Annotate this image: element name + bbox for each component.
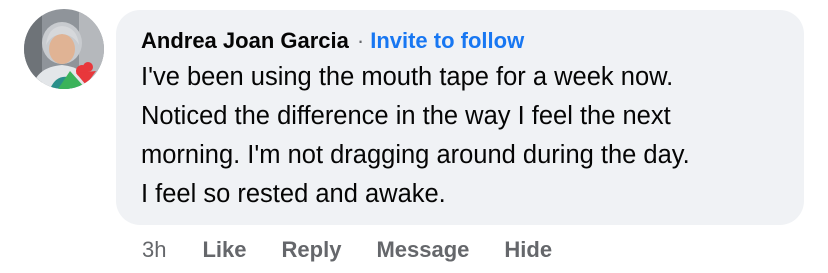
comment-text: I've been using the mouth tape for a wee… <box>141 58 791 214</box>
separator-dot: · <box>356 28 365 53</box>
message-button[interactable]: Message <box>376 235 469 265</box>
comment-header: Andrea Joan Garcia · Invite to follow <box>141 27 524 55</box>
like-button[interactable]: Like <box>202 235 246 265</box>
comment: Andrea Joan Garcia · Invite to follow I've… <box>0 0 828 273</box>
comment-text-line: morning. I'm not dragging around during … <box>141 141 690 169</box>
comment-bubble: Andrea Joan Garcia · Invite to follow I've… <box>116 10 804 225</box>
comment-actions: 3h Like Reply Message Hide <box>142 235 552 265</box>
reply-button[interactable]: Reply <box>282 235 342 265</box>
avatar[interactable] <box>24 9 104 89</box>
author-name[interactable]: Andrea Joan Garcia <box>141 28 349 53</box>
invite-to-follow-link[interactable]: Invite to follow <box>370 28 524 53</box>
profile-photo-icon <box>24 9 104 89</box>
comment-text-line: Noticed the difference in the way I feel… <box>141 102 671 130</box>
comment-text-line: I've been using the mouth tape for a wee… <box>141 63 674 91</box>
comment-text-line: I feel so rested and awake. <box>141 180 446 208</box>
comment-timestamp[interactable]: 3h <box>142 235 166 265</box>
hide-button[interactable]: Hide <box>504 235 552 265</box>
